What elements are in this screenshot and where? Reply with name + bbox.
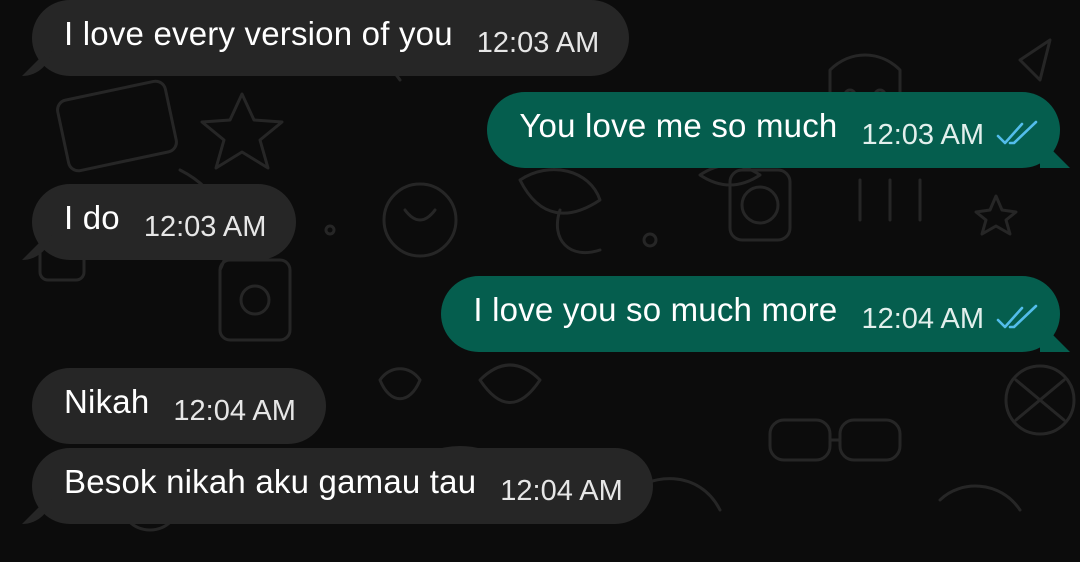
double-check-icon xyxy=(996,304,1038,329)
message-text: You love me so much xyxy=(519,107,838,144)
message-text: Besok nikah aku gamau tau xyxy=(64,463,477,500)
double-check-icon xyxy=(996,120,1038,145)
message-text: I love you so much more xyxy=(473,291,838,328)
incoming-message[interactable]: I love every version of you 12:03 AM xyxy=(32,0,630,76)
incoming-message[interactable]: Besok nikah aku gamau tau 12:04 AM xyxy=(32,448,653,524)
message-text: Nikah xyxy=(64,383,150,420)
incoming-message[interactable]: Nikah 12:04 AM xyxy=(32,368,326,444)
message-time: 12:03 AM xyxy=(476,26,600,59)
outgoing-message[interactable]: You love me so much 12:03 AM xyxy=(487,92,1060,168)
message-time: 12:04 AM xyxy=(861,302,984,335)
message-time: 12:04 AM xyxy=(173,394,296,427)
message-text: I love every version of you xyxy=(64,15,453,52)
message-list[interactable]: I love every version of you 12:03 AM You… xyxy=(0,0,1080,562)
message-time: 12:03 AM xyxy=(861,118,984,151)
incoming-message[interactable]: I do 12:03 AM xyxy=(32,184,297,260)
message-time: 12:04 AM xyxy=(500,474,623,507)
message-time: 12:03 AM xyxy=(143,210,267,243)
outgoing-message[interactable]: I love you so much more 12:04 AM xyxy=(441,276,1060,352)
message-text: I do xyxy=(64,199,120,236)
